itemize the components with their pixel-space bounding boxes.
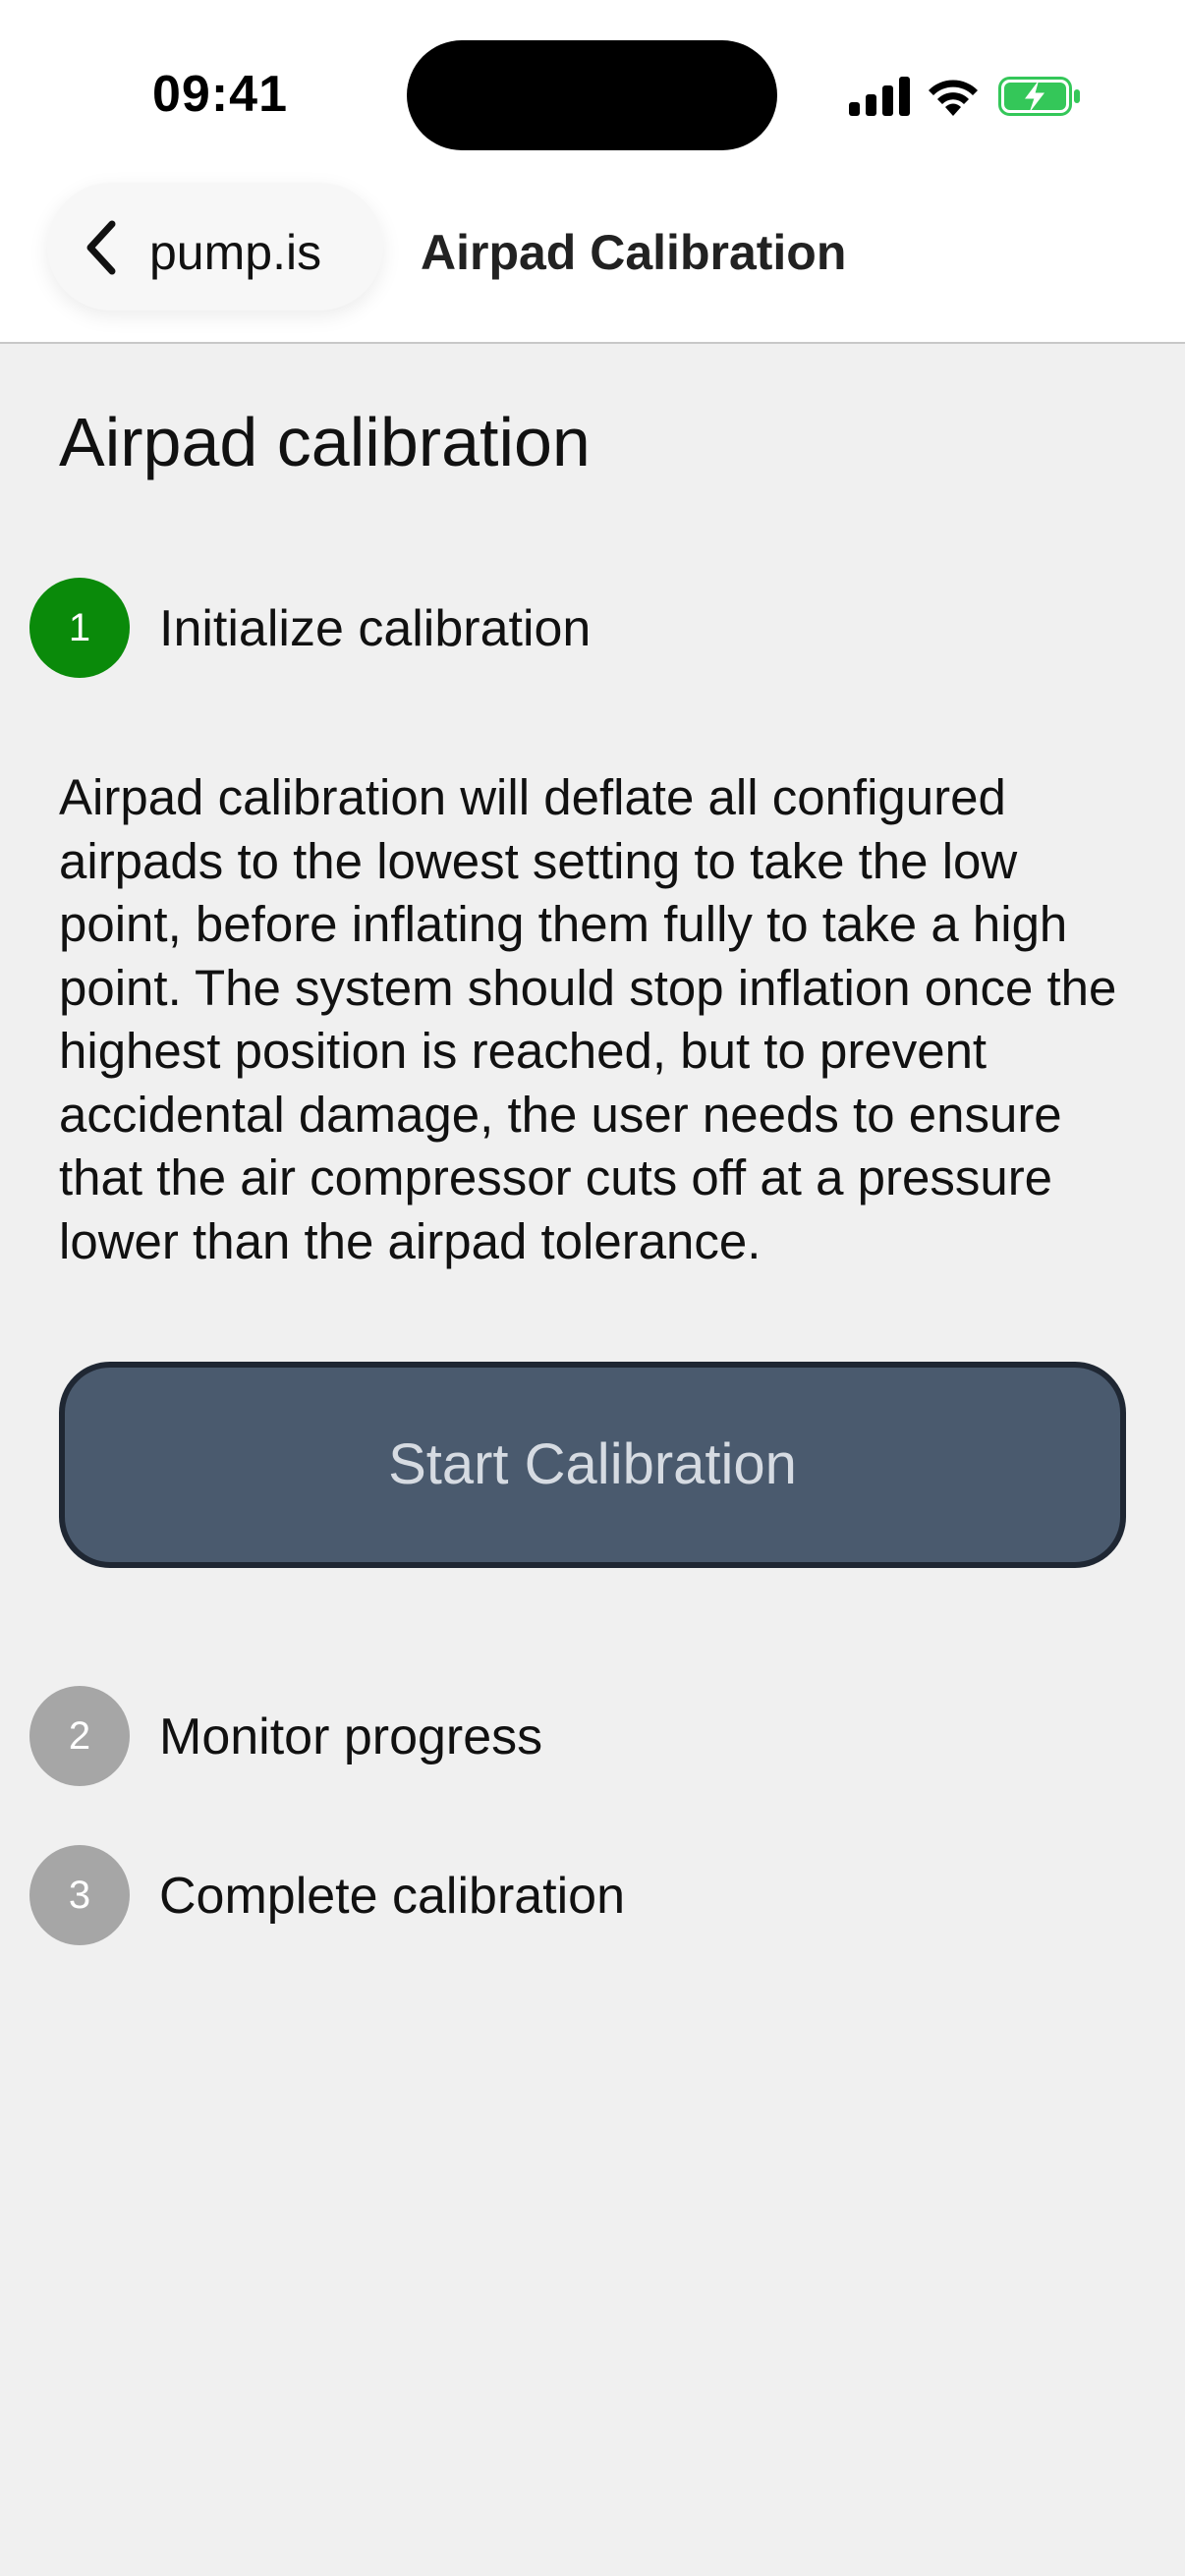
step-1-label: Initialize calibration: [159, 600, 592, 657]
step-2-label: Monitor progress: [159, 1708, 543, 1765]
status-bar: 09:41: [0, 0, 1185, 187]
cellular-signal-icon: [849, 77, 910, 121]
page-heading: Airpad calibration: [59, 404, 591, 480]
battery-charging-icon: [998, 77, 1081, 121]
step-3-indicator: 3: [29, 1845, 130, 1945]
nav-title: Airpad Calibration: [421, 225, 847, 280]
wifi-icon: [926, 73, 981, 121]
dynamic-island: [407, 40, 777, 150]
step-3-label: Complete calibration: [159, 1868, 626, 1925]
step-1-indicator: 1: [29, 578, 130, 678]
back-label: pump.is: [149, 225, 322, 280]
start-calibration-button[interactable]: Start Calibration: [59, 1362, 1126, 1568]
step-2-indicator: 2: [29, 1686, 130, 1786]
back-button[interactable]: pump.is: [47, 183, 383, 310]
calibration-description: Airpad calibration will deflate all conf…: [59, 769, 1117, 1269]
chevron-left-icon: [83, 220, 118, 280]
status-time: 09:41: [152, 66, 288, 123]
navigation-bar: pump.is Airpad Calibration: [0, 167, 1185, 344]
